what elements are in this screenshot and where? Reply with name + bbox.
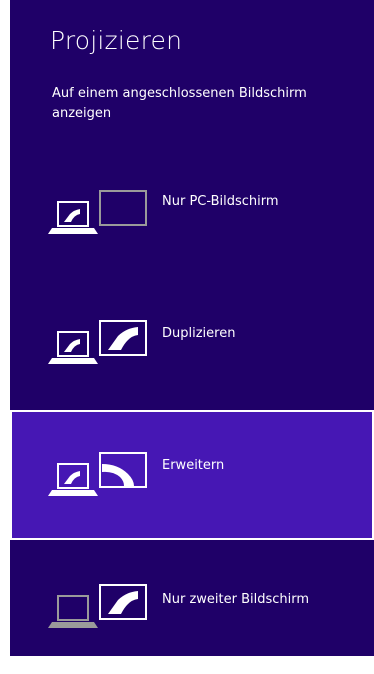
panel-subtitle: Auf einem angeschlossenen Bildschirm anz… (52, 86, 307, 121)
project-panel: Projizieren Auf einem angeschlossenen Bi… (10, 0, 374, 656)
option-second-screen-only[interactable]: Nur zweiter Bildschirm (10, 544, 374, 674)
extend-icon (48, 450, 152, 502)
option-label: Nur PC-Bildschirm (162, 194, 279, 209)
duplicate-icon (48, 318, 152, 370)
panel-title: Projizieren (50, 26, 183, 55)
option-pc-screen-only[interactable]: Nur PC-Bildschirm (10, 150, 374, 280)
pc-screen-only-icon (48, 188, 152, 240)
option-extend[interactable]: Erweitern (10, 410, 374, 540)
second-screen-only-icon (48, 582, 152, 634)
option-label: Duplizieren (162, 326, 236, 341)
option-duplicate[interactable]: Duplizieren (10, 280, 374, 410)
option-label: Nur zweiter Bildschirm (162, 592, 310, 607)
option-label: Erweitern (162, 458, 225, 473)
